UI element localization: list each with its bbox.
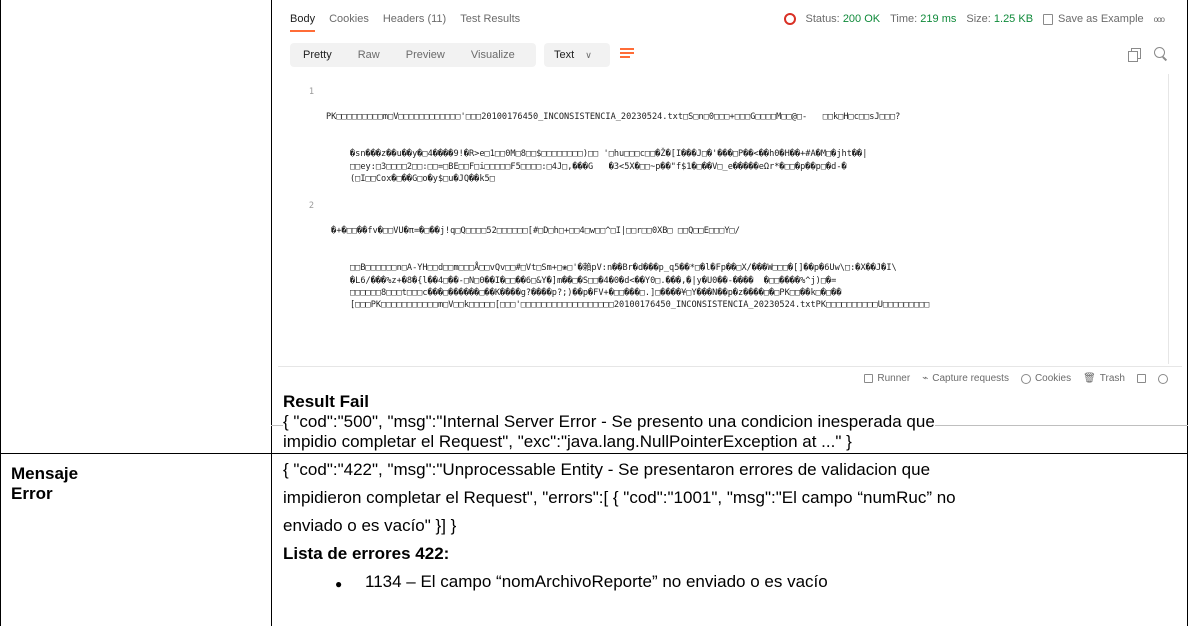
status-info: Status: 200 OK <box>806 13 881 25</box>
size-value: 1.25 KB <box>993 13 1034 25</box>
mensaje-error-text: enviado o es vacío" }] } <box>283 516 457 535</box>
line-number: 1 <box>308 87 314 98</box>
size-info: Size: 1.25 KB <box>966 13 1033 25</box>
view-pretty[interactable]: Pretty <box>290 43 345 67</box>
cookies-label: Cookies <box>1034 373 1072 384</box>
response-status-bar: Status: 200 OK Time: 219 ms Size: 1.25 K… <box>783 13 1165 25</box>
capture-icon: ⌁ <box>922 373 929 384</box>
mensaje-error-label: Mensaje Error <box>11 464 79 503</box>
layout-toggle-button[interactable] <box>1137 374 1146 383</box>
capture-requests-label: Capture requests <box>932 373 1009 384</box>
code-text: [□□□PK□□□□□□□□□□□m□V□□k□□□□□[□□□'□□□□□□□… <box>350 300 930 311</box>
more-options-icon[interactable]: ooo <box>1154 15 1165 24</box>
cookies-button[interactable]: Cookies <box>1020 373 1072 384</box>
result-fail-heading: Result Fail <box>283 392 369 412</box>
tab-body[interactable]: Body <box>290 13 316 32</box>
code-text: �sn���z��u��y�□4����9!�R>e□1□□0M□8□□$□□□… <box>350 149 868 160</box>
tab-test-results[interactable]: Test Results <box>460 13 520 31</box>
mensaje-error-text: { "cod":"422", "msg":"Unprocessable Enti… <box>283 460 931 479</box>
format-value: Text <box>554 49 575 61</box>
view-raw[interactable]: Raw <box>345 43 393 67</box>
view-mode-selector: Pretty Raw Preview Visualize <box>290 43 536 67</box>
status-value: 200 OK <box>842 13 881 25</box>
postman-response-panel: Body Cookies Headers (11) Test Results S… <box>278 0 1182 390</box>
code-scrollbar[interactable] <box>1168 74 1174 364</box>
layout-icon <box>1137 374 1146 383</box>
time-value: 219 ms <box>920 13 957 25</box>
runner-button[interactable]: Runner <box>864 373 910 384</box>
code-line: 1 PK□□□□□□□□□m□V□□□□□□□□□□□□'□□□20100176… <box>290 74 1174 148</box>
runner-icon <box>864 374 874 383</box>
code-text: □□B□□□□□□n□A-YH□□d□□m□□□Å□□vQv□□#□Vt□Sm+… <box>350 263 897 274</box>
view-preview[interactable]: Preview <box>393 43 458 67</box>
wrap-lines-icon[interactable] <box>620 48 634 62</box>
runner-label: Runner <box>877 373 911 384</box>
size-label: Size: <box>966 13 991 25</box>
table-border-left <box>0 0 1 626</box>
tab-cookies[interactable]: Cookies <box>329 13 369 31</box>
status-label: Status: <box>805 13 840 25</box>
table-border-right <box>1187 0 1188 626</box>
code-line: 2 �+�□□��fv�□□VU�π=�□��j!q□Q□□□□52□□□□□□… <box>290 188 1174 262</box>
capture-requests-button[interactable]: ⌁ Capture requests <box>922 373 1009 384</box>
globe-icon[interactable] <box>783 13 796 25</box>
mensaje-error-text: impidieron completar el Request", "error… <box>283 488 956 507</box>
table-row-divider <box>0 453 1188 454</box>
code-text: �+�□□��fv�□□VU�π=�□��j!q□Q□□□□52□□□□□□[#… <box>326 225 740 236</box>
response-body-code: 1 PK□□□□□□□□□m□V□□□□□□□□□□□□'□□□20100176… <box>290 74 1174 364</box>
cookie-icon <box>1020 373 1031 384</box>
error-list-heading: Lista de errores 422: <box>283 544 450 563</box>
help-button[interactable] <box>1158 373 1168 384</box>
response-tabs: Body Cookies Headers (11) Test Results <box>290 13 520 32</box>
list-item: ● 1134 – El campo “nomArchivoReporte” no… <box>335 572 828 596</box>
trash-button[interactable]: 🗑 Trash <box>1083 373 1125 384</box>
save-icon <box>1043 13 1054 25</box>
code-text: PK□□□□□□□□□m□V□□□□□□□□□□□□'□□□2010017645… <box>326 112 901 123</box>
chevron-down-icon: ∨ <box>585 50 592 60</box>
code-text: □□□□□□8□□□t□□□c���□������□��K����g?����p… <box>350 287 842 298</box>
save-as-example-button[interactable]: Save as Example <box>1043 13 1144 25</box>
result-fail-text: { "cod":"500", "msg":"Internal Server Er… <box>283 412 935 432</box>
time-label: Time: <box>890 13 918 25</box>
table-column-divider <box>271 0 272 626</box>
save-as-example-label: Save as Example <box>1058 13 1144 25</box>
code-text: �L6/���%z+�8�{l��4□��-□N□0��I�□□��6□&Y�]… <box>350 275 837 286</box>
line-number: 2 <box>308 201 314 212</box>
view-visualize[interactable]: Visualize <box>458 43 528 67</box>
list-item-text: 1134 – El campo “nomArchivoReporte” no e… <box>365 572 828 591</box>
search-icon[interactable] <box>1154 47 1168 61</box>
help-icon <box>1158 373 1168 384</box>
copy-icon[interactable] <box>1128 48 1141 62</box>
tab-headers[interactable]: Headers (11) <box>383 13 446 31</box>
time-info: Time: 219 ms <box>890 13 956 25</box>
code-text: □□ey:□3□□□□2□□:□□=□BE□□F□i□□□□□F5□□□□:□4… <box>350 161 847 172</box>
trash-icon: 🗑 <box>1083 373 1096 384</box>
format-dropdown[interactable]: Text ∨ <box>544 43 610 67</box>
result-fail-text-line-2: impidio completar el Request", "exc":"ja… <box>283 432 1181 452</box>
trash-label: Trash <box>1099 373 1125 384</box>
code-text: (□I□□Cox�□��G□o�y$□u�JQ��k5□ <box>350 174 495 185</box>
response-toolbar: Pretty Raw Preview Visualize Text ∨ <box>290 43 1170 67</box>
bullet-dot-icon: ● <box>335 577 343 591</box>
postman-footer: Runner ⌁ Capture requests Cookies 🗑 Tras… <box>278 366 1182 390</box>
